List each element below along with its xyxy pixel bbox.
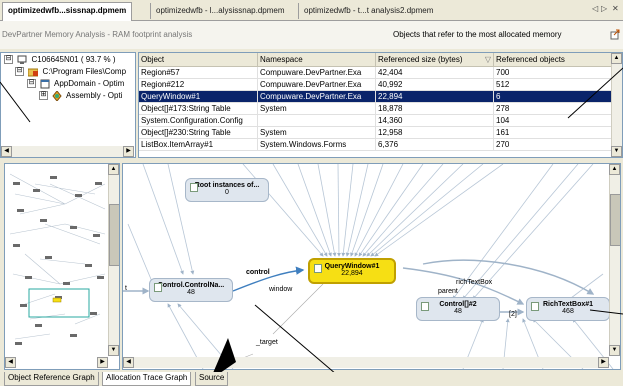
tab-source[interactable]: Source bbox=[195, 372, 229, 386]
tab-object-reference-graph[interactable]: Object Reference Graph bbox=[4, 372, 99, 386]
annotation-callouts bbox=[0, 67, 623, 386]
view-tab-bar: Object Reference Graph Allocation Trace … bbox=[0, 372, 623, 386]
tab-allocation-trace-graph[interactable]: Allocation Trace Graph bbox=[102, 372, 192, 386]
